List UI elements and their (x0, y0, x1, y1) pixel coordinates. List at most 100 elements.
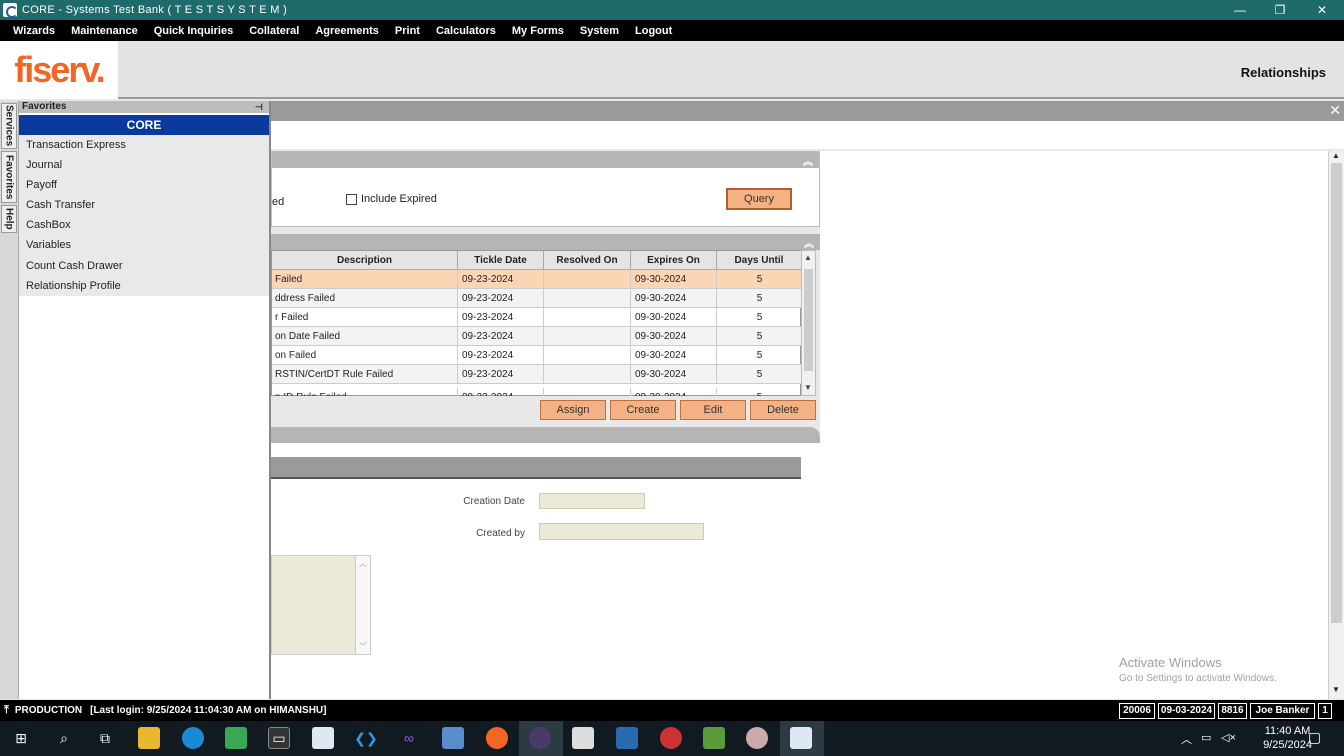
menu-my-forms[interactable]: My Forms (504, 25, 572, 37)
core-icon[interactable] (790, 727, 812, 749)
core-icon[interactable] (312, 727, 334, 749)
app-header: fiserv. Relationships (0, 41, 1344, 99)
collapse-icon[interactable]: ︽ (803, 153, 813, 168)
col-resolved-on[interactable]: Resolved On (544, 251, 631, 270)
collapse-icon[interactable]: ︽ (804, 235, 814, 250)
scroll-down-icon[interactable]: ﹀ (356, 641, 370, 652)
edge-icon[interactable] (182, 727, 204, 749)
favorites-panel: Favorites ⊣ CORE Transaction Express Jou… (19, 101, 271, 699)
favorites-group-core[interactable]: CORE (19, 115, 269, 135)
terminal-icon[interactable]: ▭ (268, 727, 290, 749)
col-tickle-date[interactable]: Tickle Date (458, 251, 544, 270)
scroll-up-icon[interactable]: ▲ (1332, 151, 1340, 160)
status-bar: ⤒ PRODUCTION [Last login: 9/25/2024 11:0… (0, 700, 1344, 721)
tab-favorites[interactable]: Favorites (1, 151, 17, 203)
notes-scrollbar[interactable]: ︿ ﹀ (355, 555, 371, 655)
notepad-icon[interactable] (703, 727, 725, 749)
close-tab-icon[interactable]: ✕ (1329, 102, 1341, 119)
menu-collateral[interactable]: Collateral (241, 25, 307, 37)
close-icon[interactable]: ✕ (1302, 0, 1342, 20)
core-app-icon (3, 3, 18, 18)
filter-panel-header: ︽ (272, 152, 819, 168)
pin-icon[interactable]: ⊣ (255, 101, 263, 113)
windows-start-icon[interactable]: ⊞ (10, 727, 32, 749)
menu-print[interactable]: Print (387, 25, 428, 37)
menu-quick-inquiries[interactable]: Quick Inquiries (146, 25, 241, 37)
vscode-icon[interactable]: ❮❯ (354, 727, 377, 749)
paint-icon[interactable] (746, 727, 768, 749)
scrollbar-thumb[interactable] (804, 269, 813, 371)
table-row[interactable]: on Date Failed 09-23-2024 09-30-2024 5 (272, 327, 802, 346)
tickler-panel: ︽ Description Tickle Date Resolved On Ex… (271, 234, 820, 424)
scroll-up-icon[interactable]: ︿ (356, 558, 370, 569)
eclipse-icon[interactable] (529, 727, 551, 749)
app-icon[interactable] (442, 727, 464, 749)
fav-cashbox[interactable]: CashBox (19, 215, 269, 235)
tray-chevron-icon[interactable]: ︿ (1181, 731, 1192, 747)
task-view-icon[interactable]: ⧉ (94, 727, 116, 749)
assign-button[interactable]: Assign (540, 400, 606, 420)
scroll-down-icon[interactable]: ▼ (804, 383, 812, 392)
volume-muted-icon[interactable]: ◁× (1221, 731, 1236, 744)
menu-calculators[interactable]: Calculators (428, 25, 504, 37)
minimize-icon[interactable]: — (1220, 0, 1260, 20)
file-explorer-icon[interactable] (138, 727, 160, 749)
table-row[interactable]: r Failed 09-23-2024 09-30-2024 5 (272, 308, 802, 327)
maximize-icon[interactable]: ❐ (1260, 0, 1300, 20)
app-icon[interactable] (616, 727, 638, 749)
detail-panel-header (271, 427, 820, 443)
menu-system[interactable]: System (572, 25, 627, 37)
fav-cash-transfer[interactable]: Cash Transfer (19, 195, 269, 215)
table-row[interactable]: Failed 09-23-2024 09-30-2024 5 (272, 270, 802, 289)
created-by-field (539, 523, 704, 540)
table-row[interactable]: RSTIN/CertDT Rule Failed 09-23-2024 09-3… (272, 365, 802, 384)
search-icon[interactable]: ⌕ (53, 727, 75, 749)
query-button[interactable]: Query (726, 188, 792, 210)
app-icon[interactable] (660, 727, 682, 749)
table-row[interactable]: on Failed 09-23-2024 09-30-2024 5 (272, 346, 802, 365)
tab-help[interactable]: Help (1, 205, 17, 233)
fav-count-cash-drawer[interactable]: Count Cash Drawer (19, 256, 269, 276)
activate-windows-watermark: Activate Windows Go to Settings to activ… (1119, 655, 1277, 684)
include-expired-label: Include Expired (361, 193, 437, 205)
created-by-label: Created by (476, 528, 525, 539)
create-button[interactable]: Create (610, 400, 676, 420)
scrollbar-thumb[interactable] (1331, 163, 1342, 623)
tickler-panel-header: ︽ (271, 234, 820, 250)
postman-icon[interactable] (486, 727, 508, 749)
creation-date-field (539, 493, 645, 509)
fav-variables[interactable]: Variables (19, 235, 269, 255)
edit-button[interactable]: Edit (680, 400, 746, 420)
table-scrollbar[interactable]: ▲ ▼ (801, 250, 816, 396)
fav-relationship-profile[interactable]: Relationship Profile (19, 276, 269, 296)
detail-panel: Creation Date Created by ︿ ﹀ (271, 443, 820, 699)
table-row[interactable]: n ID Rule Failed 09-23-2024 09-30-2024 5 (272, 384, 802, 396)
include-expired-checkbox[interactable] (346, 193, 357, 205)
tab-services[interactable]: Services (1, 103, 17, 149)
include-expired-option[interactable]: Include Expired (346, 193, 437, 205)
menu-logout[interactable]: Logout (627, 25, 680, 37)
fav-payoff[interactable]: Payoff (19, 175, 269, 195)
taskbar-clock[interactable]: 11:40 AM 9/25/2024 (1263, 724, 1312, 752)
col-expires-on[interactable]: Expires On (631, 251, 717, 270)
page-scrollbar[interactable]: ▲ ▼ (1328, 151, 1344, 699)
menu-maintenance[interactable]: Maintenance (63, 25, 146, 37)
app-icon[interactable] (225, 727, 247, 749)
fav-transaction-express[interactable]: Transaction Express (19, 135, 269, 155)
menu-agreements[interactable]: Agreements (307, 25, 387, 37)
fav-journal[interactable]: Journal (19, 155, 269, 175)
creation-date-label: Creation Date (463, 496, 525, 507)
table-row[interactable]: ddress Failed 09-23-2024 09-30-2024 5 (272, 289, 802, 308)
delete-button[interactable]: Delete (750, 400, 816, 420)
teller-number: 8816 (1218, 703, 1247, 719)
main-content: ✕ ︽ ed Include Expired Query ︽ Descripti… (271, 101, 1344, 699)
col-days-until[interactable]: Days Until (717, 251, 802, 270)
scroll-down-icon[interactable]: ▼ (1332, 685, 1340, 694)
col-description[interactable]: Description (272, 251, 458, 270)
scroll-up-icon[interactable]: ▲ (804, 253, 812, 262)
network-icon[interactable]: ▭ (1201, 731, 1211, 744)
menu-wizards[interactable]: Wizards (5, 25, 63, 37)
notifications-icon[interactable]: ▢ (1308, 729, 1321, 746)
app-icon[interactable] (572, 727, 594, 749)
visual-studio-icon[interactable]: ∞ (398, 727, 420, 749)
